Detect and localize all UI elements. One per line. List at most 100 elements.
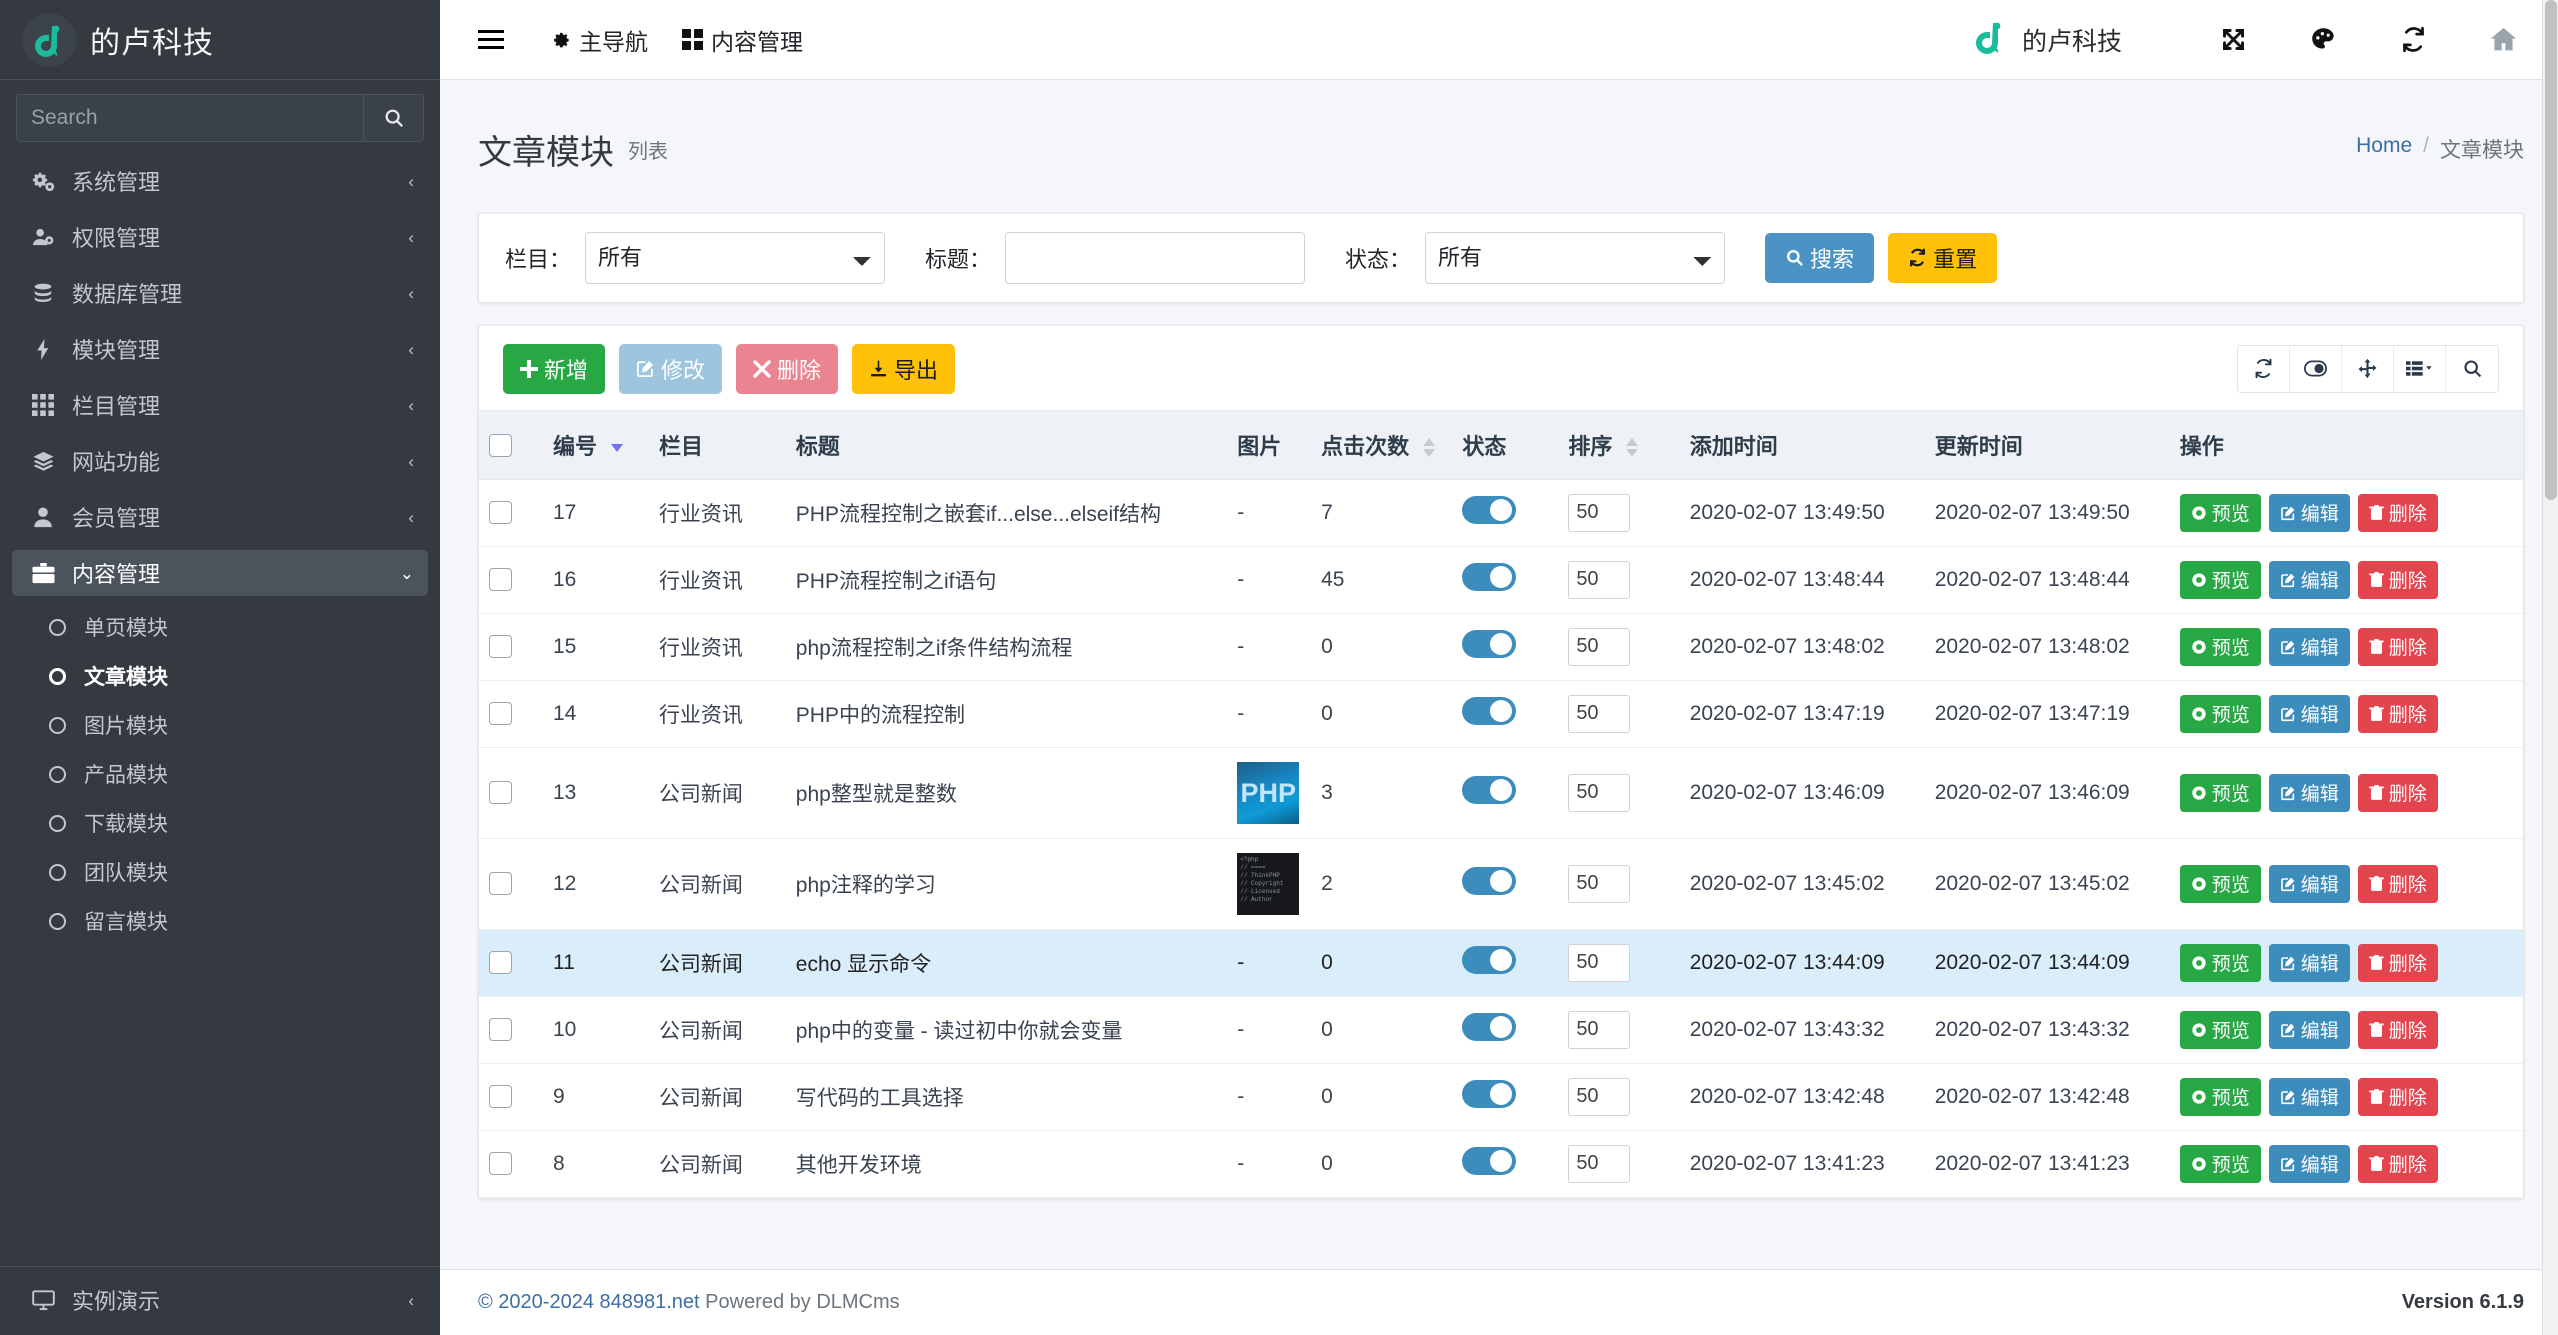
th-hits[interactable]: 点击次数 — [1311, 409, 1453, 480]
row-title[interactable]: 其他开发环境 — [785, 1130, 1228, 1198]
refresh-icon[interactable] — [2238, 345, 2290, 392]
row-checkbox[interactable] — [489, 1152, 512, 1176]
row-delete-button[interactable]: 删除 — [2357, 773, 2438, 812]
table-row[interactable]: 16行业资讯PHP流程控制之if语句- 45 2020-02-07 13:48:44… — [479, 546, 2523, 614]
table-row[interactable]: 9公司新闻写代码的工具选择- 0 2020-02-07 13:42:482020-0… — [479, 1063, 2523, 1131]
row-checkbox[interactable] — [489, 1085, 512, 1109]
th-order[interactable]: 排序 — [1558, 409, 1680, 480]
th-added[interactable]: 添加时间 — [1679, 409, 1925, 480]
row-preview-button[interactable]: 预览 — [2179, 943, 2261, 982]
search-button[interactable]: 搜索 — [1765, 232, 1875, 283]
table-row[interactable]: 17行业资讯PHP流程控制之嵌套if...else...elseif结构- 7 20… — [479, 479, 2523, 547]
search-input[interactable] — [17, 95, 363, 141]
row-delete-button[interactable]: 删除 — [2357, 1144, 2438, 1183]
search-icon[interactable] — [2446, 345, 2498, 392]
th-id[interactable]: 编号 — [543, 409, 649, 480]
row-status-toggle[interactable] — [1462, 1012, 1517, 1041]
th-updated[interactable]: 更新时间 — [1924, 409, 2170, 480]
sidebar-brand[interactable]: 的卢科技 — [0, 0, 440, 80]
sidebar-subitem-product[interactable]: 产品模块 — [12, 753, 428, 795]
row-checkbox[interactable] — [489, 635, 512, 659]
page-scrollbar-thumb[interactable] — [2545, 0, 2557, 500]
reset-button[interactable]: 重置 — [1888, 232, 1998, 283]
row-order-input[interactable] — [1568, 560, 1631, 599]
select-all-checkbox[interactable] — [489, 434, 512, 458]
row-delete-button[interactable]: 删除 — [2357, 493, 2438, 532]
sidebar-item-database[interactable]: 数据库管理 ‹ — [12, 270, 428, 316]
row-preview-button[interactable]: 预览 — [2179, 1077, 2261, 1116]
sidebar-item-module[interactable]: 模块管理 ‹ — [12, 326, 428, 372]
row-checkbox[interactable] — [489, 872, 512, 896]
row-checkbox[interactable] — [489, 781, 512, 805]
row-edit-button[interactable]: 编辑 — [2268, 560, 2350, 599]
sidebar-subitem-download[interactable]: 下载模块 — [12, 802, 428, 844]
row-title[interactable]: php整型就是整数 — [785, 747, 1228, 839]
row-thumbnail[interactable] — [1237, 852, 1300, 915]
filter-category-select[interactable]: 所有 — [585, 231, 886, 284]
row-delete-button[interactable]: 删除 — [2357, 1077, 2438, 1116]
row-preview-button[interactable]: 预览 — [2179, 1144, 2261, 1183]
row-title[interactable]: echo 显示命令 — [785, 929, 1228, 997]
table-row[interactable]: 12公司新闻php注释的学习 2 2020-02-07 13:45:022020-0… — [479, 838, 2523, 930]
delete-button[interactable]: 删除 — [736, 343, 839, 394]
toggle-columns-icon[interactable] — [2290, 345, 2342, 392]
row-status-toggle[interactable] — [1462, 696, 1517, 725]
move-icon[interactable] — [2342, 345, 2394, 392]
row-order-input[interactable] — [1568, 694, 1631, 733]
palette-icon[interactable] — [2298, 15, 2348, 65]
row-delete-button[interactable]: 删除 — [2357, 627, 2438, 666]
row-delete-button[interactable]: 删除 — [2357, 864, 2438, 903]
row-edit-button[interactable]: 编辑 — [2268, 1077, 2350, 1116]
row-title[interactable]: 写代码的工具选择 — [785, 1063, 1228, 1131]
export-button[interactable]: 导出 — [852, 343, 956, 394]
row-edit-button[interactable]: 编辑 — [2268, 493, 2350, 532]
table-row[interactable]: 8公司新闻其他开发环境- 0 2020-02-07 13:41:232020-02-… — [479, 1130, 2523, 1198]
sidebar-item-website[interactable]: 网站功能 ‹ — [12, 438, 428, 484]
page-scrollbar[interactable] — [2542, 0, 2558, 1335]
row-status-toggle[interactable] — [1462, 775, 1517, 804]
sidebar-item-content[interactable]: 内容管理 ⌄ — [12, 550, 428, 596]
row-status-toggle[interactable] — [1462, 1079, 1517, 1108]
row-checkbox[interactable] — [489, 568, 512, 592]
th-title[interactable]: 标题 — [785, 409, 1228, 480]
topbar-link-content-mgmt[interactable]: 内容管理 — [682, 23, 803, 57]
sidebar-item-member[interactable]: 会员管理 ‹ — [12, 494, 428, 540]
sidebar-subitem-image[interactable]: 图片模块 — [12, 704, 428, 746]
th-status[interactable]: 状态 — [1452, 409, 1559, 480]
row-title[interactable]: php注释的学习 — [785, 838, 1228, 930]
sidebar-subitem-single-page[interactable]: 单页模块 — [12, 606, 428, 648]
row-order-input[interactable] — [1568, 1077, 1631, 1116]
row-title[interactable]: php中的变量 - 读过初中你就会变量 — [785, 996, 1228, 1064]
row-title[interactable]: php流程控制之if条件结构流程 — [785, 613, 1228, 681]
topbar-link-main-nav[interactable]: 主导航 — [550, 23, 648, 57]
row-preview-button[interactable]: 预览 — [2179, 560, 2261, 599]
add-button[interactable]: 新增 — [503, 343, 606, 394]
row-checkbox[interactable] — [489, 702, 512, 726]
sidebar-subitem-message[interactable]: 留言模块 — [12, 900, 428, 942]
table-row[interactable]: 11公司新闻echo 显示命令- 0 2020-02-07 13:44:092020… — [479, 929, 2523, 997]
modify-button[interactable]: 修改 — [619, 343, 723, 394]
row-preview-button[interactable]: 预览 — [2179, 493, 2261, 532]
row-title[interactable]: PHP流程控制之嵌套if...else...elseif结构 — [785, 479, 1228, 547]
hamburger-icon[interactable] — [468, 21, 514, 58]
topbar-brand[interactable]: 的卢科技 — [1970, 17, 2122, 62]
row-order-input[interactable] — [1568, 1010, 1631, 1049]
row-delete-button[interactable]: 删除 — [2357, 943, 2438, 982]
table-row[interactable]: 13公司新闻php整型就是整数PHP3 2020-02-07 13:46:0920… — [479, 747, 2523, 839]
th-image[interactable]: 图片 — [1227, 409, 1312, 480]
row-title[interactable]: PHP流程控制之if语句 — [785, 546, 1228, 614]
table-row[interactable]: 15行业资讯php流程控制之if条件结构流程- 0 2020-02-07 13:48… — [479, 613, 2523, 681]
row-status-toggle[interactable] — [1462, 866, 1517, 895]
row-status-toggle[interactable] — [1462, 629, 1517, 658]
sidebar-item-system[interactable]: 系统管理 ‹ — [12, 158, 428, 204]
row-edit-button[interactable]: 编辑 — [2268, 864, 2350, 903]
row-edit-button[interactable]: 编辑 — [2268, 1144, 2350, 1183]
search-icon[interactable] — [363, 95, 423, 141]
table-row[interactable]: 14行业资讯PHP中的流程控制- 0 2020-02-07 13:47:192020… — [479, 680, 2523, 748]
row-status-toggle[interactable] — [1462, 945, 1517, 974]
filter-title-input[interactable] — [1005, 231, 1306, 284]
home-icon[interactable] — [2478, 15, 2528, 65]
row-edit-button[interactable]: 编辑 — [2268, 627, 2350, 666]
row-preview-button[interactable]: 预览 — [2179, 1010, 2261, 1049]
row-order-input[interactable] — [1568, 773, 1631, 812]
